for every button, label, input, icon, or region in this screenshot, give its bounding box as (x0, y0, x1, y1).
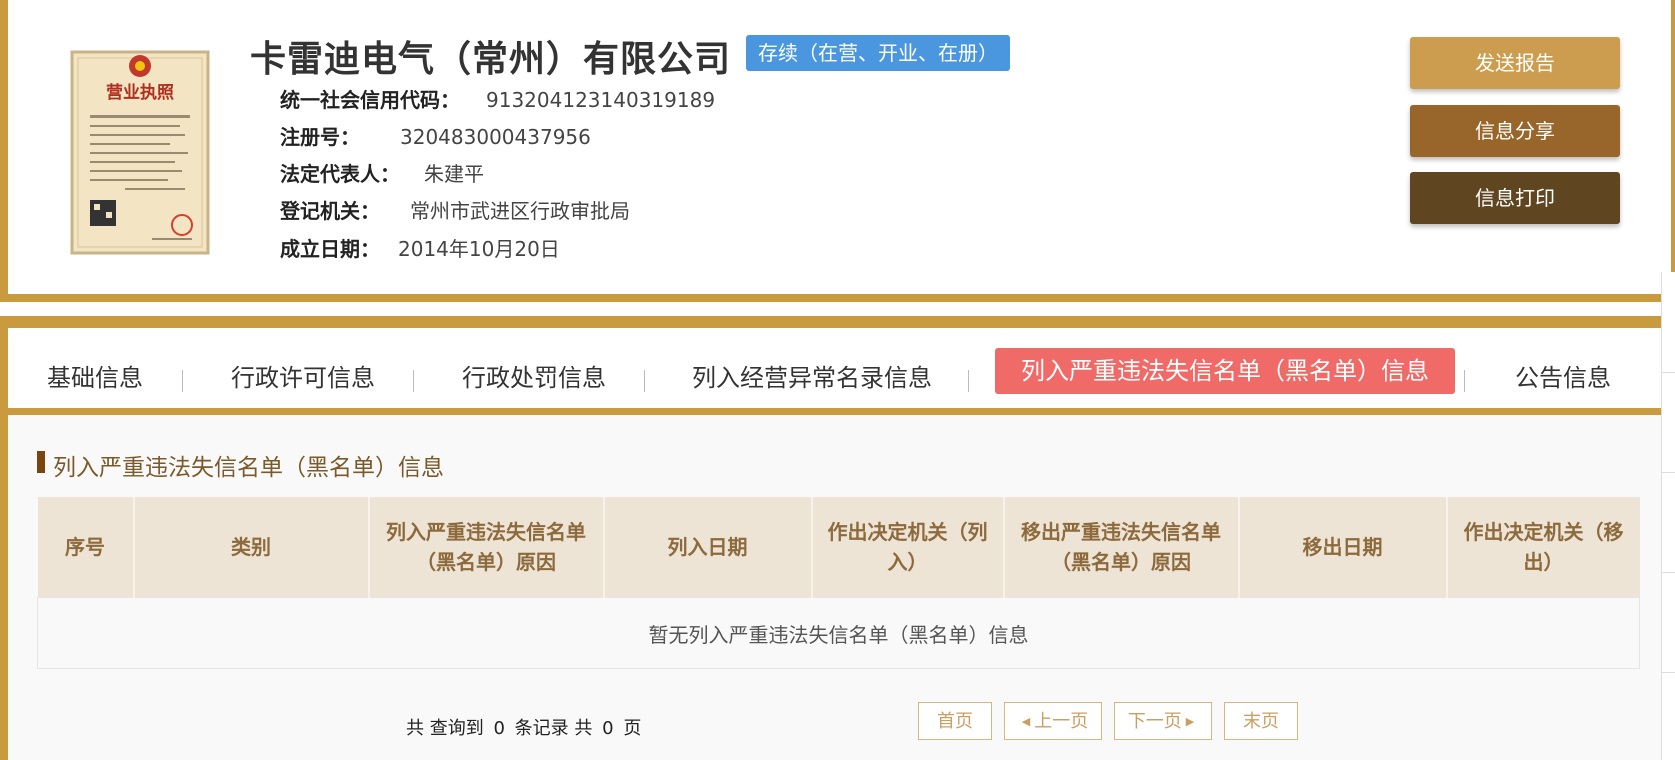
caret-right-icon: ▶ (1185, 715, 1195, 728)
column-header: 作出决定机关（移出） (1446, 497, 1640, 598)
next-page-button[interactable]: 下一页 ▶ (1114, 702, 1212, 740)
authority-value: 常州市武进区行政审批局 (410, 199, 630, 223)
tab-announcements[interactable]: 公告信息 (1515, 358, 1611, 393)
page-count: 0 (602, 718, 614, 739)
tab-separator (968, 370, 969, 392)
blacklist-table: 序号 类别 列入严重违法失信名单（黑名单）原因 列入日期 作出决定机关（列入） … (37, 497, 1640, 669)
prev-page-label: 上一页 (1034, 711, 1089, 732)
company-card: 营业执照 卡雷迪电气（常州）有限公司 存续（在营、开业、在册） 统一社会信用代码… (0, 0, 1675, 302)
last-page-button[interactable]: 末页 (1224, 702, 1298, 740)
business-license-image: 营业执照 (70, 50, 210, 255)
tab-separator (644, 370, 645, 392)
tab-blacklist[interactable]: 列入严重违法失信名单（黑名单）信息 (995, 348, 1455, 394)
info-panel: 基础信息 行政许可信息 行政处罚信息 列入经营异常名录信息 列入严重违法失信名单… (0, 316, 1675, 760)
tab-separator (1464, 370, 1465, 392)
prev-page-button[interactable]: ◀ 上一页 (1004, 702, 1102, 740)
first-page-label: 首页 (937, 711, 973, 732)
section-title: 列入严重违法失信名单（黑名单）信息 (37, 448, 444, 482)
authority-label: 登记机关： (280, 199, 380, 223)
status-badge: 存续（在营、开业、在册） (746, 35, 1010, 71)
tab-basic-info[interactable]: 基础信息 (47, 358, 143, 393)
column-header: 列入日期 (603, 497, 813, 598)
send-report-button[interactable]: 发送报告 (1410, 37, 1620, 89)
table-row: 暂无列入严重违法失信名单（黑名单）信息 (37, 597, 1640, 669)
column-header: 移出严重违法失信名单（黑名单）原因 (1003, 497, 1240, 598)
license-title: 营业执照 (106, 82, 174, 103)
legal-rep-row: 法定代表人： 朱建平 (280, 158, 484, 187)
reg-no-value: 320483000437956 (400, 125, 591, 149)
credit-code-label: 统一社会信用代码： (280, 88, 460, 112)
legal-rep-label: 法定代表人： (280, 162, 400, 186)
established-label: 成立日期： (280, 237, 380, 261)
side-toolbar[interactable] (1661, 272, 1675, 760)
record-count: 0 (493, 718, 505, 739)
first-page-button[interactable]: 首页 (918, 702, 992, 740)
column-header: 作出决定机关（列入） (811, 497, 1005, 598)
tab-separator (182, 370, 183, 392)
column-header: 类别 (133, 497, 370, 598)
reg-no-label: 注册号： (280, 125, 360, 149)
tab-separator (413, 370, 414, 392)
authority-row: 登记机关： 常州市武进区行政审批局 (280, 195, 630, 224)
credit-code-row: 统一社会信用代码： 913204123140319189 (280, 84, 715, 113)
tab-admin-license[interactable]: 行政许可信息 (231, 358, 375, 393)
next-page-label: 下一页 (1127, 711, 1182, 732)
column-header: 移出日期 (1238, 497, 1448, 598)
pager-summary-suffix: 页 (623, 718, 642, 739)
share-button[interactable]: 信息分享 (1410, 105, 1620, 157)
column-header: 序号 (37, 497, 135, 598)
empty-message: 暂无列入严重违法失信名单（黑名单）信息 (37, 597, 1640, 669)
company-name: 卡雷迪电气（常州）有限公司 (250, 39, 732, 80)
established-row: 成立日期： 2014年10月20日 (280, 233, 560, 262)
tab-admin-penalty[interactable]: 行政处罚信息 (462, 358, 606, 393)
pager-summary-prefix: 共 查询到 (406, 718, 484, 739)
last-page-label: 末页 (1243, 711, 1279, 732)
column-header: 列入严重违法失信名单（黑名单）原因 (368, 497, 605, 598)
credit-code-value: 913204123140319189 (486, 88, 716, 112)
established-value: 2014年10月20日 (398, 237, 560, 261)
table-header-row: 序号 类别 列入严重违法失信名单（黑名单）原因 列入日期 作出决定机关（列入） … (37, 497, 1640, 598)
pager-summary-mid: 条记录 共 (514, 718, 593, 739)
caret-left-icon: ◀ (1021, 715, 1031, 728)
legal-rep-value: 朱建平 (424, 162, 484, 186)
reg-no-row: 注册号： 320483000437956 (280, 121, 591, 150)
tab-abnormal-list[interactable]: 列入经营异常名录信息 (692, 358, 932, 393)
print-button[interactable]: 信息打印 (1410, 172, 1620, 224)
tab-bar: 基础信息 行政许可信息 行政处罚信息 列入经营异常名录信息 列入严重违法失信名单… (8, 328, 1671, 415)
pager-summary: 共 查询到 0 条记录 共 0 页 (406, 714, 641, 740)
